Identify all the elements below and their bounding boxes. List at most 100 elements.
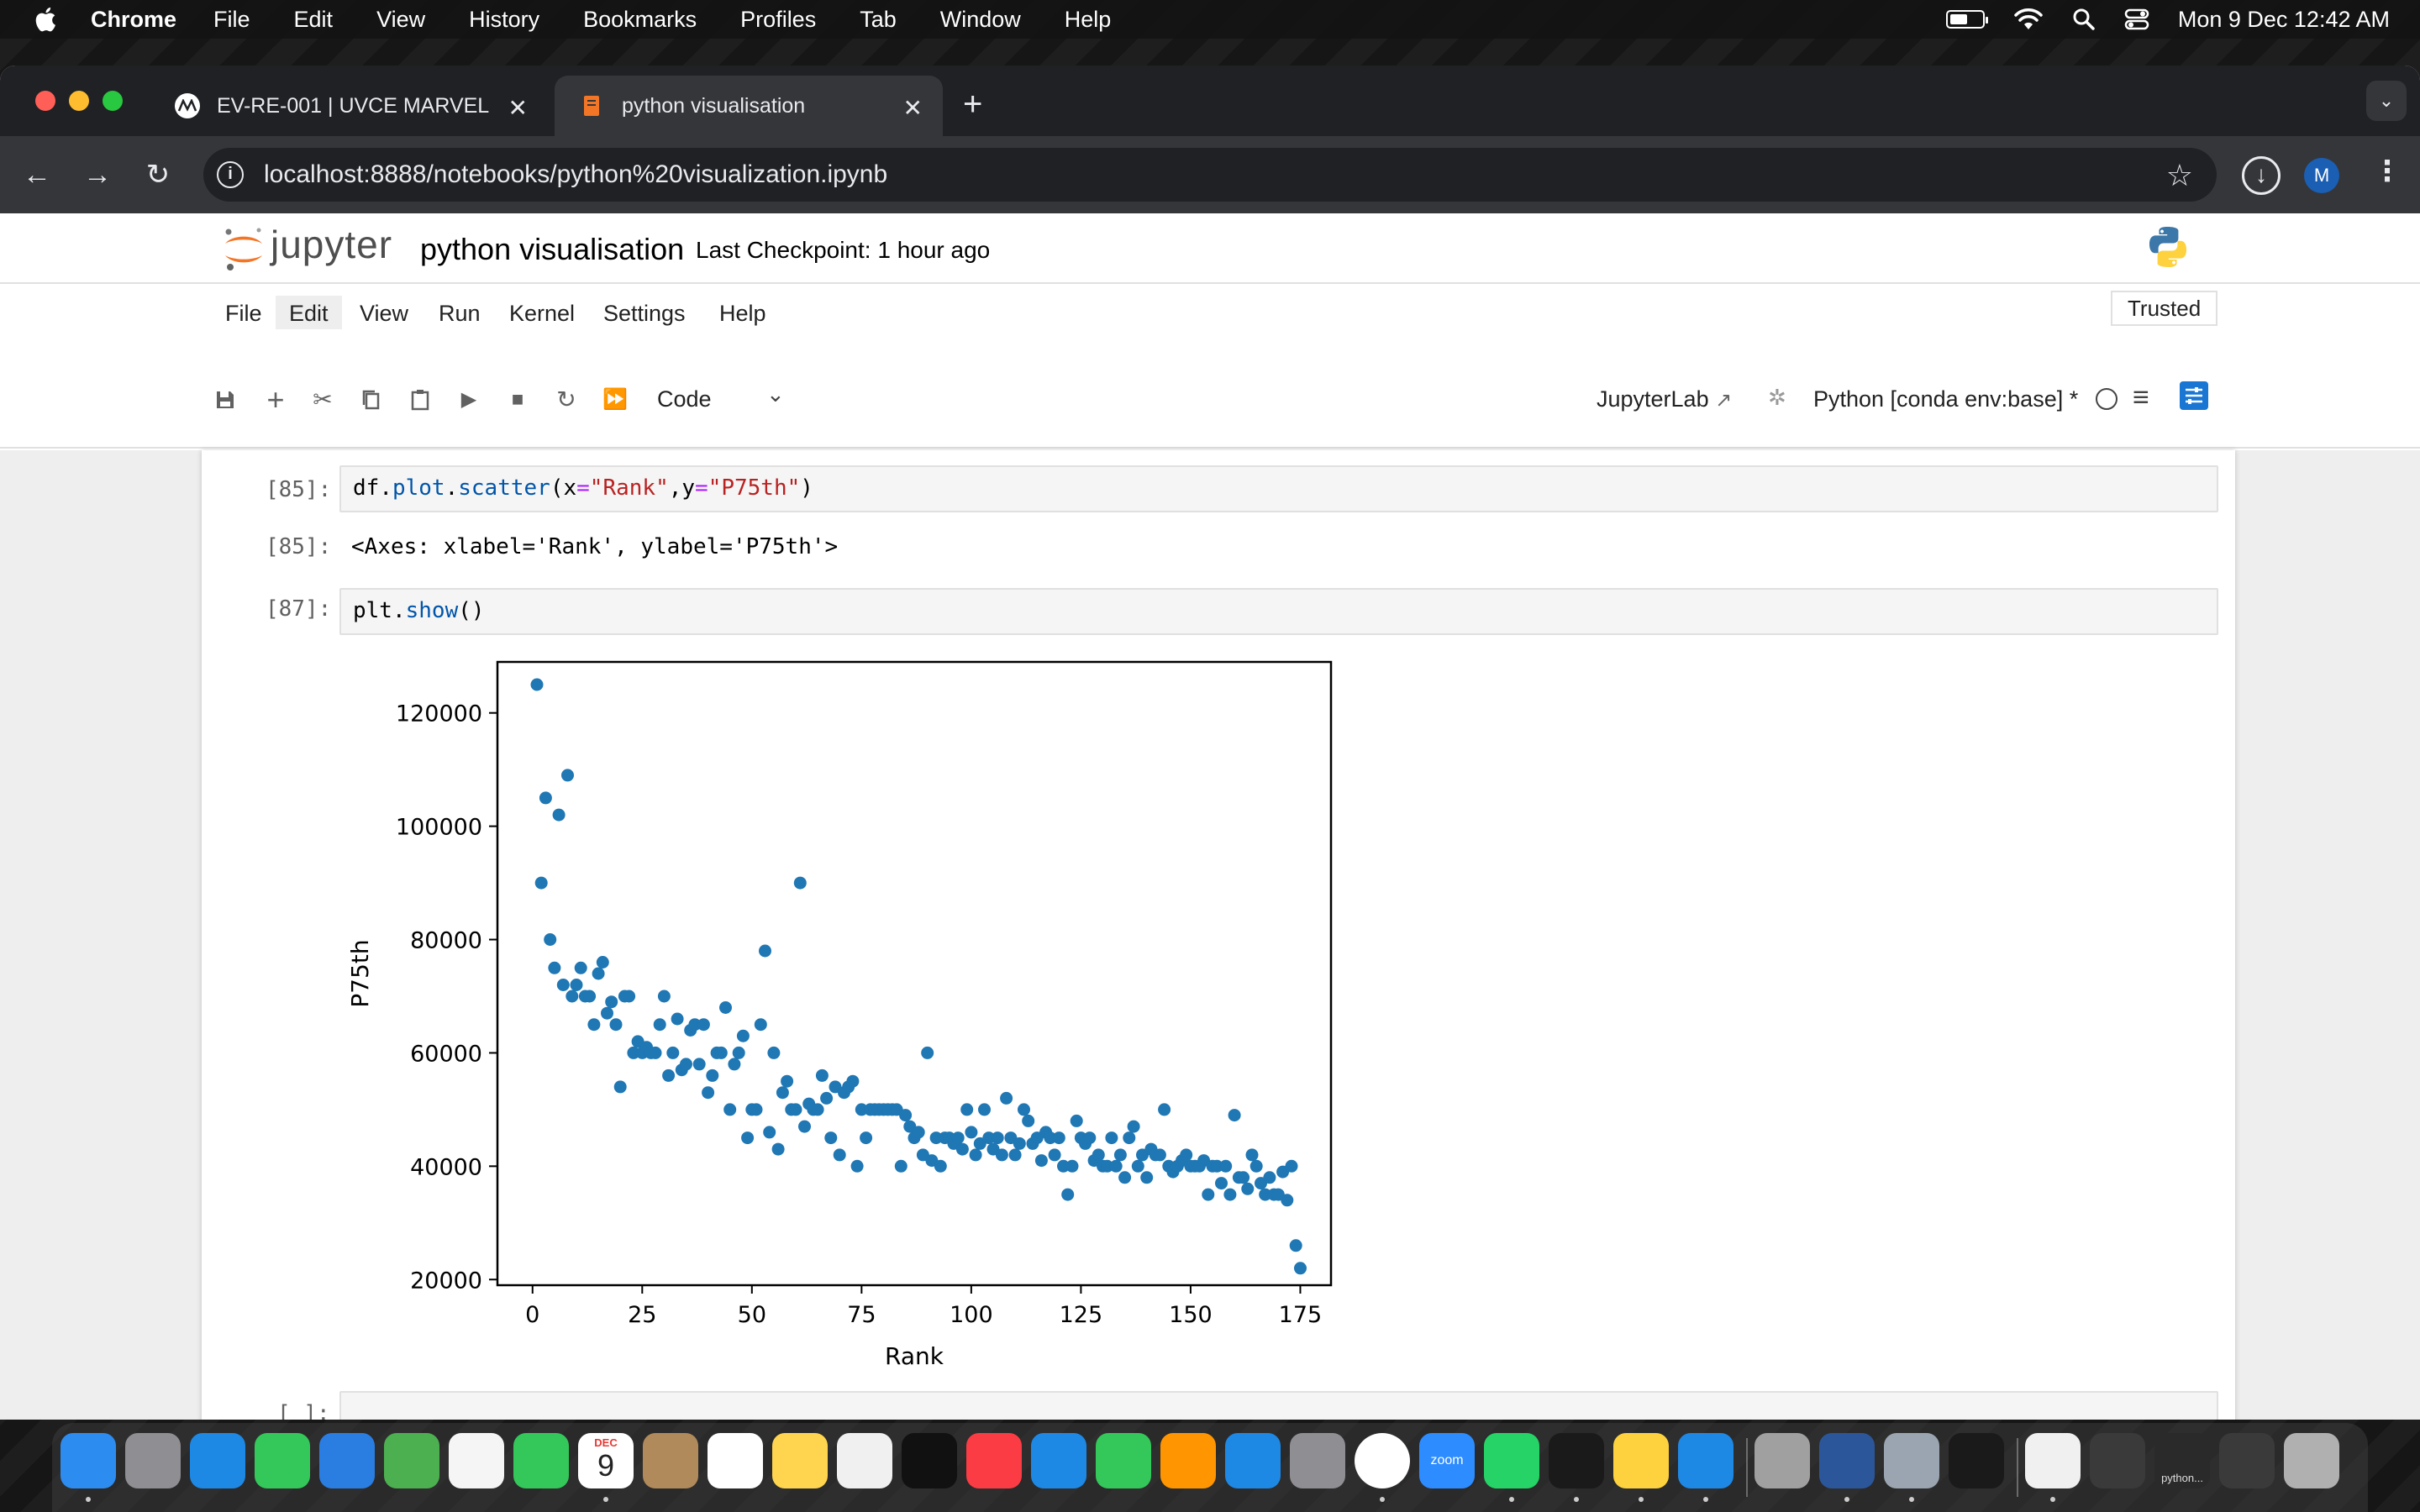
jp-menu-edit[interactable]: Edit (276, 296, 342, 332)
download-icon[interactable]: ↓ (2242, 156, 2281, 195)
code-text[interactable]: plt.show() (353, 598, 485, 623)
dock-vscode-icon[interactable] (1678, 1433, 1733, 1488)
dock-calendar-icon[interactable]: DEC 9 (578, 1433, 634, 1488)
dock-numbers-icon[interactable] (1096, 1433, 1151, 1488)
dock-system-settings-icon[interactable] (1290, 1433, 1345, 1488)
dock-pages-icon[interactable] (1160, 1433, 1216, 1488)
close-tab-icon[interactable]: ✕ (508, 94, 528, 122)
close-window-button[interactable] (35, 91, 55, 111)
restart-run-all-fast-forward-icon[interactable]: ⏩ (600, 385, 630, 415)
toc-menu-list-icon[interactable]: ≡ (2133, 381, 2149, 414)
dock-contacts-icon[interactable] (643, 1433, 698, 1488)
tab-python-visualisation[interactable]: python visualisation ✕ (555, 76, 943, 136)
dock-terminal-icon[interactable] (1549, 1433, 1604, 1488)
dock-preview-icon[interactable] (1884, 1433, 1939, 1488)
run-cell-play-icon[interactable]: ▶ (454, 385, 484, 415)
open-jupyterlab-link[interactable]: JupyterLab ↗ (1597, 386, 1732, 412)
cut-scissors-icon[interactable]: ✂ (308, 385, 338, 415)
dock-reminders-icon[interactable] (708, 1433, 763, 1488)
restart-kernel-icon[interactable]: ↻ (551, 385, 581, 415)
dock-tv-icon[interactable] (902, 1433, 957, 1488)
interrupt-stop-icon[interactable]: ■ (502, 385, 533, 415)
jupyter-logo-icon[interactable] (220, 225, 267, 272)
debugger-bug-icon[interactable]: ✲ (1768, 385, 1786, 411)
battery-icon[interactable] (1945, 10, 1988, 29)
apple-icon[interactable] (34, 7, 57, 32)
dock-window-3-icon[interactable] (2219, 1433, 2275, 1488)
menu-help[interactable]: Help (1065, 7, 1112, 33)
maximize-window-button[interactable] (103, 91, 123, 111)
dock-safari-icon[interactable] (190, 1433, 245, 1488)
jp-menu-kernel[interactable]: Kernel (496, 296, 588, 332)
jp-menu-run[interactable]: Run (425, 296, 494, 332)
control-center-icon[interactable] (2124, 8, 2149, 31)
menu-history[interactable]: History (469, 7, 539, 33)
property-inspector-icon[interactable] (2180, 381, 2208, 410)
dock-whatsapp-icon[interactable] (1484, 1433, 1539, 1488)
bookmark-star-icon[interactable]: ☆ (2166, 158, 2193, 193)
dock-xcode-tools-icon[interactable] (1754, 1433, 1810, 1488)
code-cell-scatter[interactable]: df.plot.scatter(x="Rank",y="P75th") (339, 465, 2218, 512)
dock-notes-icon[interactable] (772, 1433, 828, 1488)
menu-app-name[interactable]: Chrome (91, 7, 176, 33)
dock-launchpad-icon[interactable] (125, 1433, 181, 1488)
dock-keynote-icon[interactable] (1031, 1433, 1086, 1488)
dock-activity-icon[interactable] (1949, 1433, 2004, 1488)
new-tab-plus-icon[interactable]: + (963, 86, 982, 123)
minimize-window-button[interactable] (69, 91, 89, 111)
menu-bookmarks[interactable]: Bookmarks (583, 7, 697, 33)
dock-finder-icon[interactable] (60, 1433, 116, 1488)
menu-file[interactable]: File (213, 7, 250, 33)
menu-view[interactable]: View (376, 7, 425, 33)
dock-freeform-icon[interactable] (837, 1433, 892, 1488)
notebook-title[interactable]: python visualisation (420, 232, 684, 267)
dock-documents-icon[interactable] (2025, 1433, 2081, 1488)
jp-menu-view[interactable]: View (346, 296, 422, 332)
profile-avatar[interactable]: M (2304, 158, 2339, 193)
kernel-name[interactable]: Python [conda env:base] * (1813, 386, 2078, 412)
site-info-icon[interactable]: i (217, 161, 244, 188)
dock-chrome-icon[interactable] (1355, 1433, 1410, 1488)
code-cell-show[interactable]: plt.show() (339, 588, 2218, 635)
cell-type-chevron-down-icon[interactable]: ⌄ (766, 381, 785, 407)
dock-python-icon[interactable] (1613, 1433, 1669, 1488)
menu-window[interactable]: Window (940, 7, 1021, 33)
menu-clock[interactable]: Mon 9 Dec 12:42 AM (2178, 7, 2390, 33)
jupyter-wordmark[interactable]: jupyter (271, 222, 392, 267)
cell-type-select[interactable]: Code (657, 386, 712, 412)
reload-icon[interactable]: ↻ (138, 155, 178, 195)
dock-mail-icon[interactable] (319, 1433, 375, 1488)
close-tab-icon[interactable]: ✕ (903, 94, 923, 122)
address-bar[interactable]: i localhost:8888/notebooks/python%20visu… (203, 148, 2217, 202)
paste-clipboard-icon[interactable] (405, 385, 435, 415)
url-text[interactable]: localhost:8888/notebooks/python%20visual… (264, 160, 887, 189)
dock-window-1-icon[interactable] (2090, 1433, 2145, 1488)
trusted-badge[interactable]: Trusted (2111, 291, 2218, 326)
dock-word-icon[interactable] (1819, 1433, 1875, 1488)
dock-trash-icon[interactable] (2284, 1433, 2339, 1488)
jp-menu-file[interactable]: File (212, 296, 276, 332)
wifi-icon[interactable] (2013, 8, 2044, 31)
dock-facetime-icon[interactable] (513, 1433, 569, 1488)
dock-window-2-icon[interactable]: python... (2154, 1433, 2210, 1488)
dock-messages-icon[interactable] (255, 1433, 310, 1488)
tab-search-chevron-icon[interactable]: ⌄ (2366, 81, 2407, 121)
menu-tab[interactable]: Tab (860, 7, 897, 33)
dock-zoom-icon[interactable]: zoom (1419, 1433, 1475, 1488)
dock-app-store-icon[interactable] (1225, 1433, 1281, 1488)
chrome-menu-kebab-icon[interactable]: ⋮ (2373, 155, 2402, 188)
menu-edit[interactable]: Edit (294, 7, 334, 33)
tab-marvel[interactable]: EV-RE-001 | UVCE MARVEL ✕ (150, 76, 548, 136)
dock-photos-icon[interactable] (449, 1433, 504, 1488)
forward-arrow-icon[interactable]: → (77, 155, 118, 195)
dock-music-icon[interactable] (966, 1433, 1022, 1488)
jp-menu-help[interactable]: Help (706, 296, 780, 332)
insert-cell-plus-icon[interactable]: + (260, 385, 291, 415)
dock-maps-icon[interactable] (384, 1433, 439, 1488)
save-icon[interactable] (210, 385, 240, 415)
jp-menu-settings[interactable]: Settings (590, 296, 699, 332)
spotlight-search-icon[interactable] (2072, 8, 2096, 31)
menu-profiles[interactable]: Profiles (740, 7, 816, 33)
back-arrow-icon[interactable]: ← (17, 155, 57, 195)
code-text[interactable]: df.plot.scatter(x="Rank",y="P75th") (353, 475, 813, 501)
